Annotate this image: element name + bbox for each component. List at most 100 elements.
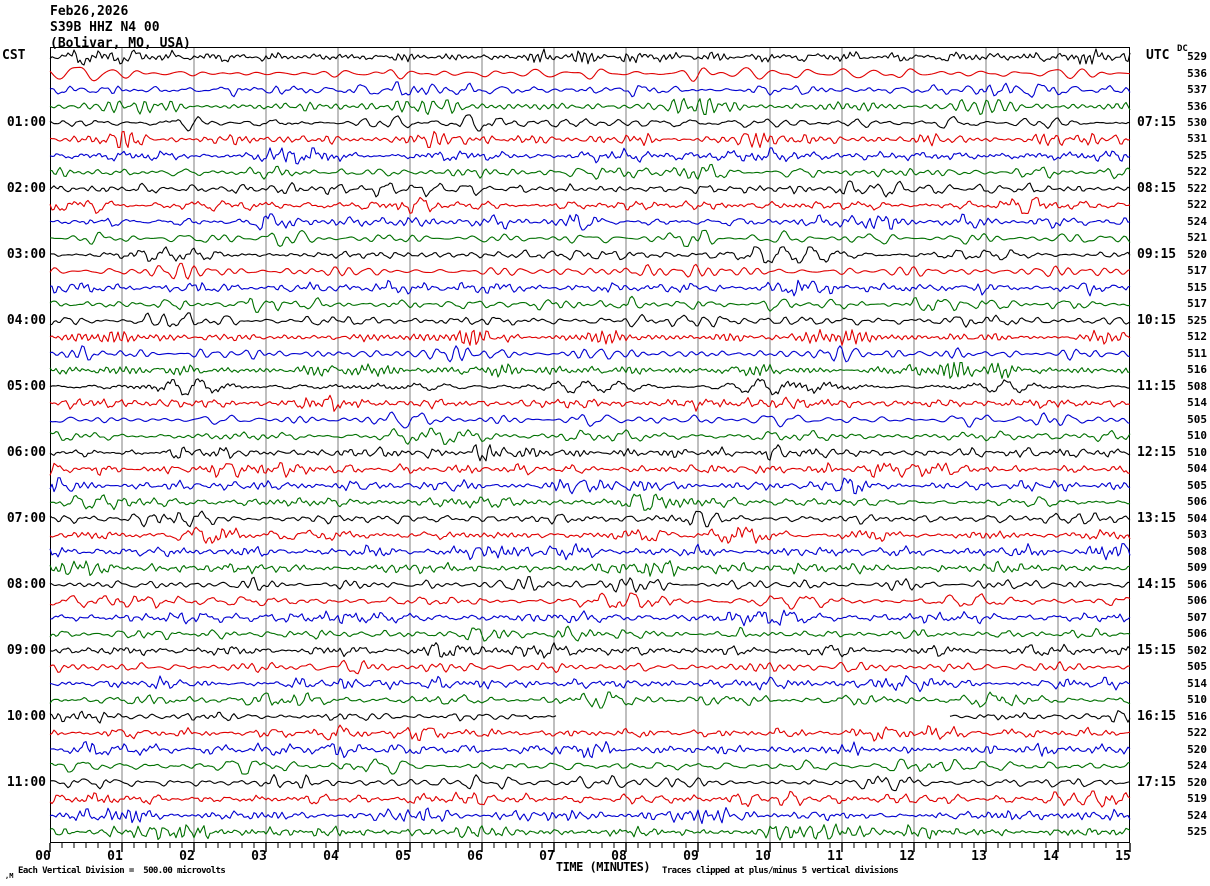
seismogram-trace-row-17 xyxy=(49,312,1131,328)
x-tick-label: 02 xyxy=(179,849,195,864)
seismogram-trace-row-28 xyxy=(49,493,1131,511)
x-tick-label: 01 xyxy=(107,849,123,864)
x-tick-label: 08 xyxy=(611,849,627,864)
seismogram-trace-row-44 xyxy=(49,758,1131,775)
seismogram-trace-row-15 xyxy=(49,279,1131,297)
seismogram-trace-row-10 xyxy=(49,196,1131,214)
seismogram-trace-row-25 xyxy=(49,444,1131,462)
seismogram-plot xyxy=(49,47,1131,852)
x-tick-label: 07 xyxy=(539,849,555,864)
seismogram-trace-row-20 xyxy=(49,361,1131,379)
seismogram-trace-row-39 xyxy=(49,675,1131,693)
dc-value: 506 xyxy=(1187,627,1207,641)
seismogram-trace-row-8 xyxy=(49,163,1131,180)
dc-value: 520 xyxy=(1187,247,1207,261)
dc-value: 524 xyxy=(1187,808,1207,822)
footer-right-note: Traces clipped at plus/minus 5 vertical … xyxy=(662,866,899,876)
dc-value: 502 xyxy=(1187,643,1207,657)
seismogram-trace-row-13 xyxy=(49,246,1131,264)
seismogram-trace-row-36 xyxy=(49,625,1131,642)
seismogram-trace-row-33 xyxy=(49,576,1131,593)
seismogram-trace-row-14 xyxy=(49,262,1131,280)
seismogram-trace-row-3 xyxy=(49,81,1131,98)
dc-value: 520 xyxy=(1187,775,1207,789)
left-axis-title-cst: CST xyxy=(2,48,26,63)
seismogram-trace-row-6 xyxy=(49,130,1131,148)
utc-hour-label: 10:15 xyxy=(1137,312,1177,328)
seismogram-trace-row-11 xyxy=(49,213,1131,231)
dc-value: 508 xyxy=(1187,379,1207,393)
seismogram-trace-row-5 xyxy=(49,114,1131,132)
x-tick-label: 00 xyxy=(35,849,51,864)
dc-value: 536 xyxy=(1187,99,1207,113)
dc-value: 516 xyxy=(1187,709,1207,723)
cst-hour-label: 05:00 xyxy=(6,378,46,394)
seismogram-trace-row-46 xyxy=(49,790,1131,808)
utc-hour-label: 15:15 xyxy=(1137,642,1177,658)
dc-value: 506 xyxy=(1187,495,1207,509)
seismogram-trace-row-32 xyxy=(49,560,1131,577)
utc-hour-label: 07:15 xyxy=(1137,115,1177,130)
cst-hour-label: 03:00 xyxy=(6,246,46,262)
seismogram-trace-row-9 xyxy=(49,180,1131,198)
seismogram-trace-row-23 xyxy=(49,411,1131,429)
dc-value: 517 xyxy=(1187,297,1207,311)
seismogram-trace-row-16 xyxy=(49,295,1131,313)
dc-value: 504 xyxy=(1187,462,1207,476)
seismogram-trace-row-24 xyxy=(49,427,1131,445)
seismogram-trace-row-26 xyxy=(49,462,1131,478)
seismogram-trace-row-42 xyxy=(49,724,1131,742)
dc-value: 506 xyxy=(1187,577,1207,591)
plot-area xyxy=(49,47,1131,852)
utc-hour-label: 11:15 xyxy=(1137,378,1177,394)
dc-value: 537 xyxy=(1187,83,1207,96)
dc-value: 514 xyxy=(1187,396,1207,410)
dc-value: 524 xyxy=(1187,214,1207,228)
cst-hour-label: 04:00 xyxy=(6,312,46,328)
seismogram-trace-row-1 xyxy=(49,48,1131,66)
dc-value: 510 xyxy=(1187,693,1207,707)
dc-value: 505 xyxy=(1187,660,1207,674)
seismogram-trace-row-30 xyxy=(49,526,1131,544)
x-tick-label: 10 xyxy=(755,849,771,864)
dc-value: 505 xyxy=(1187,412,1207,426)
seismogram-trace-row-43 xyxy=(49,741,1131,759)
watermark-glyph: ,M xyxy=(5,872,14,880)
dc-value: 530 xyxy=(1187,116,1207,129)
x-tick-label: 12 xyxy=(899,849,915,864)
cst-hour-label: 07:00 xyxy=(6,510,46,526)
dc-value: 522 xyxy=(1187,726,1207,740)
dc-value: 522 xyxy=(1187,165,1207,179)
header-station: S39B HHZ N4 00 xyxy=(50,20,160,35)
dc-value: 504 xyxy=(1187,511,1207,525)
cst-hour-label: 08:00 xyxy=(6,576,46,592)
dc-value: 505 xyxy=(1187,478,1207,492)
x-tick-label: 06 xyxy=(467,849,483,864)
seismogram-trace-row-4 xyxy=(49,97,1131,116)
dc-value: 509 xyxy=(1187,561,1207,575)
dc-value: 520 xyxy=(1187,742,1207,756)
x-tick-label: 13 xyxy=(971,849,987,864)
x-tick-label: 04 xyxy=(323,849,339,864)
plot-border xyxy=(50,47,1130,843)
dc-value: 511 xyxy=(1187,346,1207,360)
seismogram-trace-row-47 xyxy=(49,806,1131,825)
x-tick-label: 14 xyxy=(1043,849,1059,864)
cst-hour-label: 06:00 xyxy=(6,444,46,460)
dc-value: 525 xyxy=(1187,148,1207,162)
dc-value: 512 xyxy=(1187,330,1207,344)
dc-value: 531 xyxy=(1187,132,1207,146)
dc-value: 514 xyxy=(1187,676,1207,690)
cst-hour-label: 10:00 xyxy=(6,708,46,724)
footer-left-note: Each Vertical Division = 500.00 microvol… xyxy=(18,866,226,876)
seismogram-trace-row-35 xyxy=(49,609,1131,627)
right-axis-title-utc: UTC xyxy=(1146,48,1170,63)
dc-value: 507 xyxy=(1187,610,1207,624)
dc-value: 516 xyxy=(1187,363,1207,377)
utc-hour-label: 14:15 xyxy=(1137,576,1177,592)
dc-value: 517 xyxy=(1187,264,1207,278)
cst-hour-label: 01:00 xyxy=(6,115,46,130)
utc-hour-label: 13:15 xyxy=(1137,510,1177,526)
seismogram-trace-row-45 xyxy=(49,774,1131,792)
seismogram-trace-row-34 xyxy=(49,592,1131,610)
